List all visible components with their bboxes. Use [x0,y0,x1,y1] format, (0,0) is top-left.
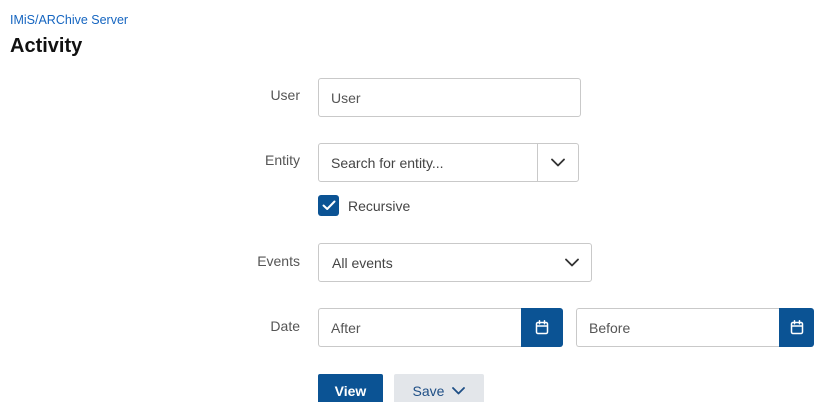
date-after-input[interactable] [318,308,521,347]
recursive-checkbox[interactable] [318,195,339,216]
recursive-option[interactable]: Recursive [318,195,410,216]
calendar-icon [790,320,803,335]
date-after-group [318,308,563,347]
events-select[interactable]: All events [318,243,592,282]
save-button[interactable]: Save [394,374,484,402]
events-selected-value: All events [332,254,393,271]
chevron-down-icon [551,158,565,167]
events-label: Events [257,253,300,269]
entity-dropdown-button[interactable] [537,144,578,181]
date-before-group [576,308,814,347]
page-title: Activity [10,35,83,57]
date-before-calendar-button[interactable] [779,308,814,347]
entity-search-combobox[interactable]: Search for entity... [318,143,579,182]
date-label: Date [270,318,300,334]
recursive-label: Recursive [348,197,411,214]
user-label: User [270,87,300,103]
chevron-down-icon [565,258,579,267]
checkmark-icon [322,200,335,210]
calendar-icon [535,320,549,335]
view-button[interactable]: View [318,374,383,402]
breadcrumb[interactable]: IMiS/ARChive Server [10,13,128,27]
entity-label: Entity [264,152,300,168]
chevron-down-icon [452,386,466,394]
save-button-label: Save [412,382,445,399]
user-input[interactable] [318,78,581,117]
date-after-calendar-button[interactable] [521,308,563,347]
date-before-input[interactable] [576,308,779,347]
activity-page: IMiS/ARChive Server Activity User Entity… [0,0,814,402]
entity-search-input[interactable]: Search for entity... [319,144,537,181]
